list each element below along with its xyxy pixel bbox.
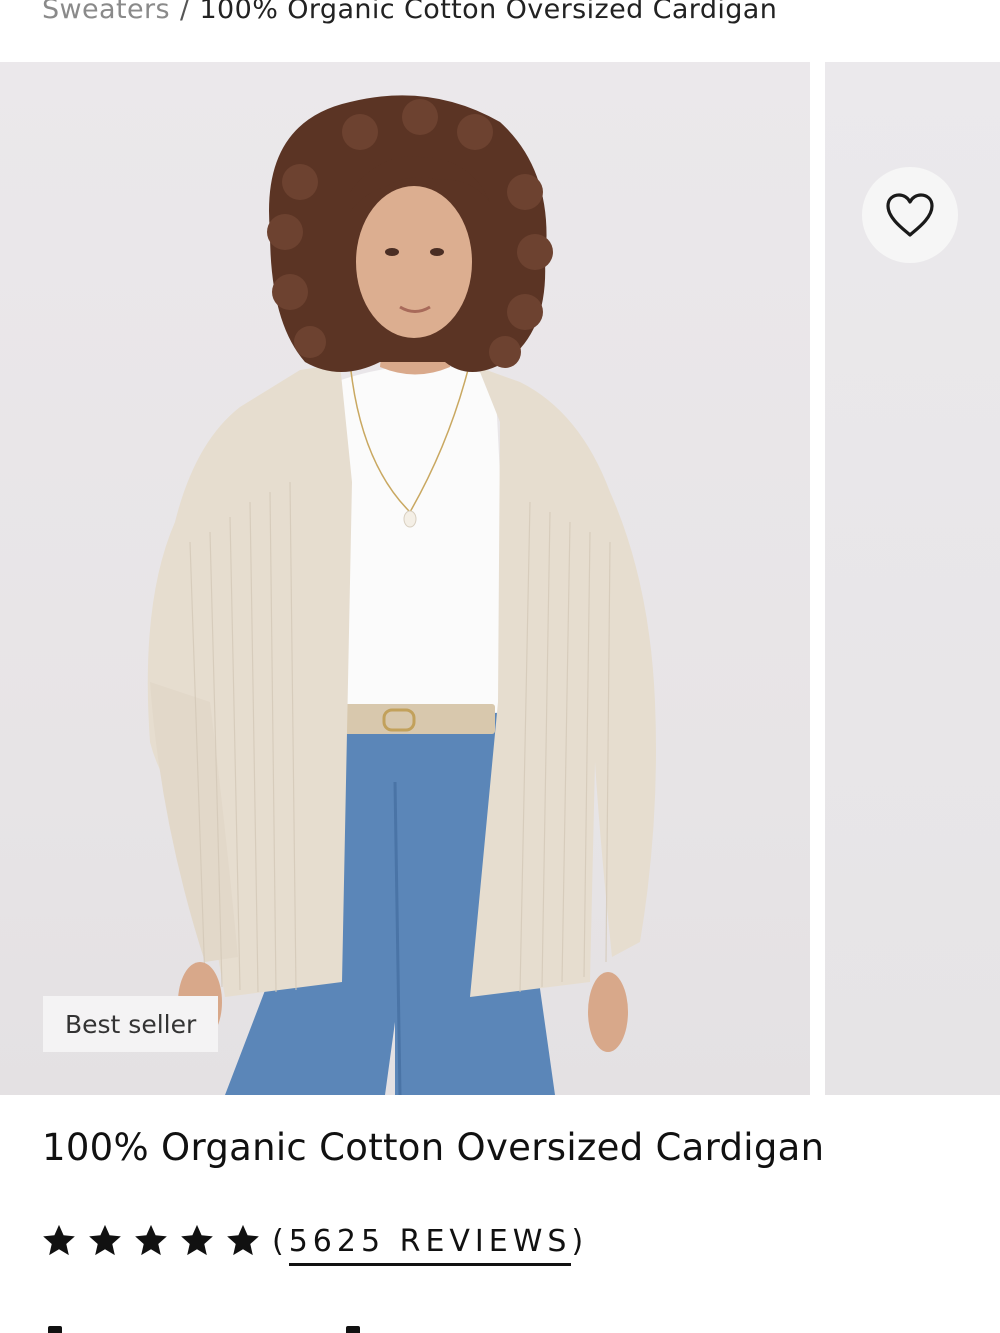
product-image-main[interactable] [0,62,810,1095]
breadcrumb-link-sweaters[interactable]: Sweaters [42,0,170,25]
star-icon [181,1224,213,1256]
star-icon [135,1224,167,1256]
breadcrumb-current: 100% Organic Cotton Oversized Cardigan [199,0,778,25]
best-seller-badge: Best seller [43,996,219,1052]
star-icon [43,1224,75,1256]
product-rating[interactable]: (5625 REVIEWS) [40,1216,588,1266]
star-rating [40,1222,262,1260]
reviews-link[interactable]: (5625 REVIEWS) [272,1223,589,1266]
breadcrumb-separator: / [179,0,190,25]
breadcrumb: Sweaters / 100% Organic Cotton Oversized C… [42,0,777,34]
product-title: 100% Organic Cotton Oversized Cardigan [42,1126,825,1169]
star-icon [89,1224,121,1256]
price-row-cropped [0,1322,1000,1333]
wishlist-button[interactable] [862,167,958,263]
reviews-open-paren: ( [272,1223,289,1259]
model-photo [147,95,656,1095]
product-image-gallery[interactable]: Best seller [0,62,1000,1095]
reviews-close-paren: ) [571,1223,589,1259]
heart-outline-icon [886,193,934,237]
star-icon [227,1224,259,1256]
reviews-count: 5625 REVIEWS [288,1223,572,1266]
